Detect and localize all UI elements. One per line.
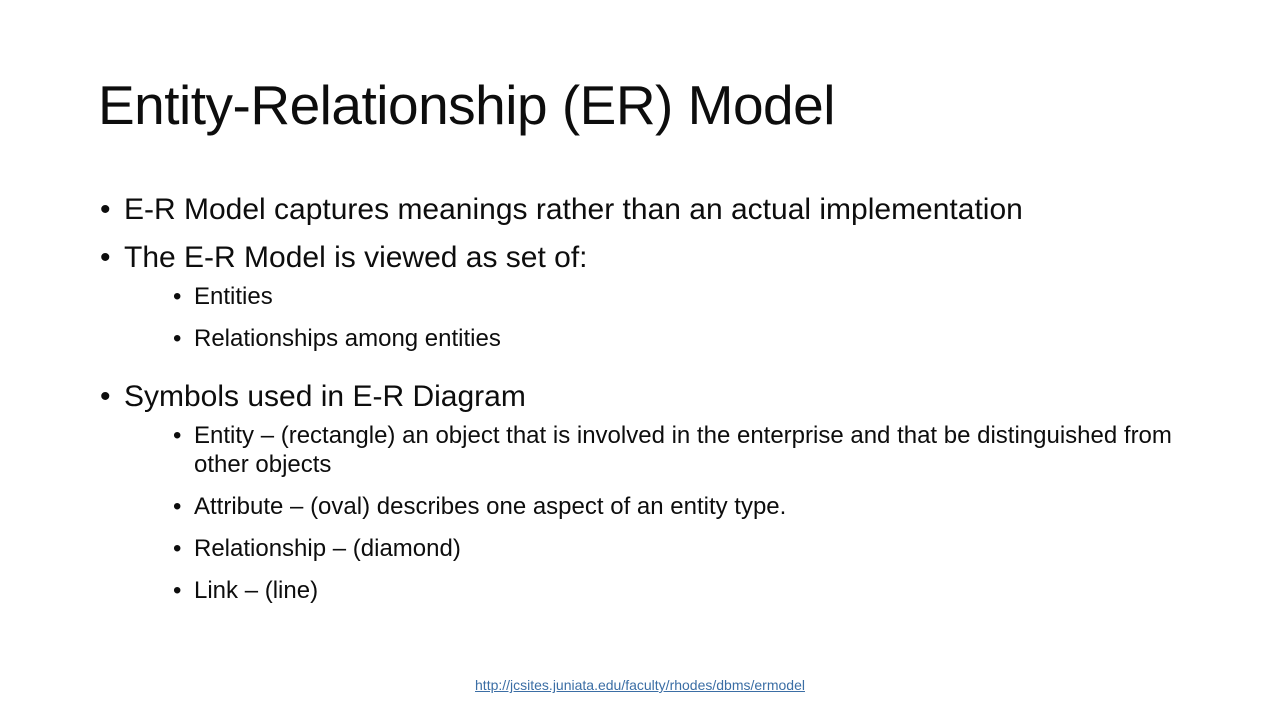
list-item: • Link – (line)	[171, 576, 1208, 605]
bullet-dot-icon: •	[173, 325, 182, 352]
list-item: • Symbols used in E-R Diagram • Entity –…	[98, 379, 1208, 605]
list-item: • E-R Model captures meanings rather tha…	[98, 192, 1208, 228]
list-item: • The E-R Model is viewed as set of: • E…	[98, 240, 1208, 353]
list-item: • Relationships among entities	[171, 324, 1208, 353]
list-item-label: The E-R Model is viewed as set of:	[124, 241, 588, 274]
page-title: Entity-Relationship (ER) Model	[98, 74, 835, 136]
bullet-list-level-2: • Entities • Relationships among entitie…	[124, 282, 1208, 353]
bullet-dot-icon: •	[173, 422, 182, 449]
list-item-label: Relationship – (diamond)	[194, 535, 461, 562]
list-item-label: Attribute – (oval) describes one aspect …	[194, 493, 787, 520]
spacer	[98, 365, 1208, 379]
list-item-label: Link – (line)	[194, 577, 319, 604]
list-item-label: Entities	[194, 283, 273, 310]
bullet-dot-icon: •	[173, 577, 182, 604]
bullet-list-level-2: • Entity – (rectangle) an object that is…	[124, 421, 1208, 605]
bullet-dot-icon: •	[173, 283, 182, 310]
list-item-label: Entity – (rectangle) an object that is i…	[194, 422, 1172, 478]
list-item-label: E-R Model captures meanings rather than …	[124, 193, 1023, 226]
bullet-dot-icon: •	[173, 535, 182, 562]
bullet-dot-icon: •	[100, 380, 111, 413]
bullet-dot-icon: •	[100, 241, 111, 274]
list-item-label: Relationships among entities	[194, 325, 501, 352]
list-item-label: Symbols used in E-R Diagram	[124, 380, 526, 413]
bullet-dot-icon: •	[173, 493, 182, 520]
list-item: • Entity – (rectangle) an object that is…	[171, 421, 1208, 479]
bullet-dot-icon: •	[100, 193, 111, 226]
list-item: • Entities	[171, 282, 1208, 311]
slide-canvas: Entity-Relationship (ER) Model • E-R Mod…	[0, 0, 1280, 720]
bullet-list-level-1: • E-R Model captures meanings rather tha…	[98, 192, 1208, 605]
list-item: • Attribute – (oval) describes one aspec…	[171, 492, 1208, 521]
source-link[interactable]: http://jcsites.juniata.edu/faculty/rhode…	[475, 677, 805, 693]
slide-body: • E-R Model captures meanings rather tha…	[98, 192, 1208, 617]
list-item: • Relationship – (diamond)	[171, 534, 1208, 563]
footer: http://jcsites.juniata.edu/faculty/rhode…	[0, 676, 1280, 695]
